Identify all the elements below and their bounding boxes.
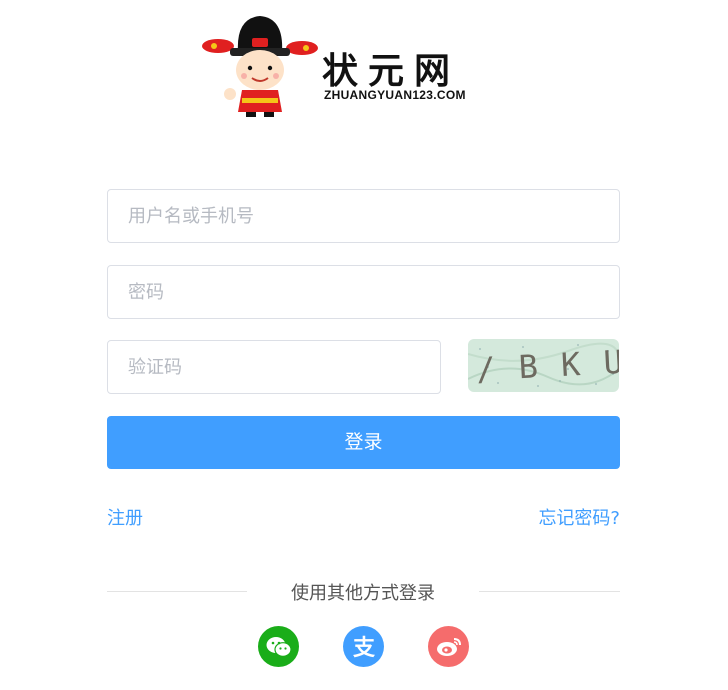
divider-left bbox=[107, 591, 247, 592]
wechat-login-button[interactable] bbox=[258, 626, 299, 667]
forgot-password-link[interactable]: 忘记密码? bbox=[538, 504, 620, 530]
alipay-login-button[interactable]: 支 bbox=[343, 626, 384, 667]
brand-name-cn: 状元网 bbox=[322, 51, 461, 92]
username-input[interactable] bbox=[108, 190, 619, 242]
captcha-text: / B K U bbox=[475, 343, 619, 389]
weibo-login-button[interactable] bbox=[428, 626, 469, 667]
mascot-icon bbox=[202, 16, 318, 117]
divider-right bbox=[479, 591, 620, 592]
password-input[interactable] bbox=[108, 266, 619, 318]
username-field-wrapper bbox=[107, 189, 620, 243]
weibo-icon bbox=[436, 637, 461, 656]
password-field-wrapper bbox=[107, 265, 620, 319]
login-button[interactable]: 登录 bbox=[107, 416, 620, 469]
svg-text:支: 支 bbox=[352, 636, 375, 660]
wechat-icon bbox=[266, 636, 292, 657]
brand-name-en: ZHUANGYUAN123.COM bbox=[324, 88, 466, 102]
captcha-input[interactable] bbox=[108, 341, 440, 393]
other-login-heading: 使用其他方式登录 bbox=[291, 583, 435, 604]
register-link[interactable]: 注册 bbox=[107, 504, 143, 530]
captcha-image[interactable]: / B K U bbox=[468, 339, 619, 392]
alipay-icon: 支 bbox=[352, 636, 375, 660]
site-logo: 状元网 ZHUANGYUAN123.COM bbox=[200, 8, 480, 120]
captcha-field-wrapper bbox=[107, 340, 441, 394]
